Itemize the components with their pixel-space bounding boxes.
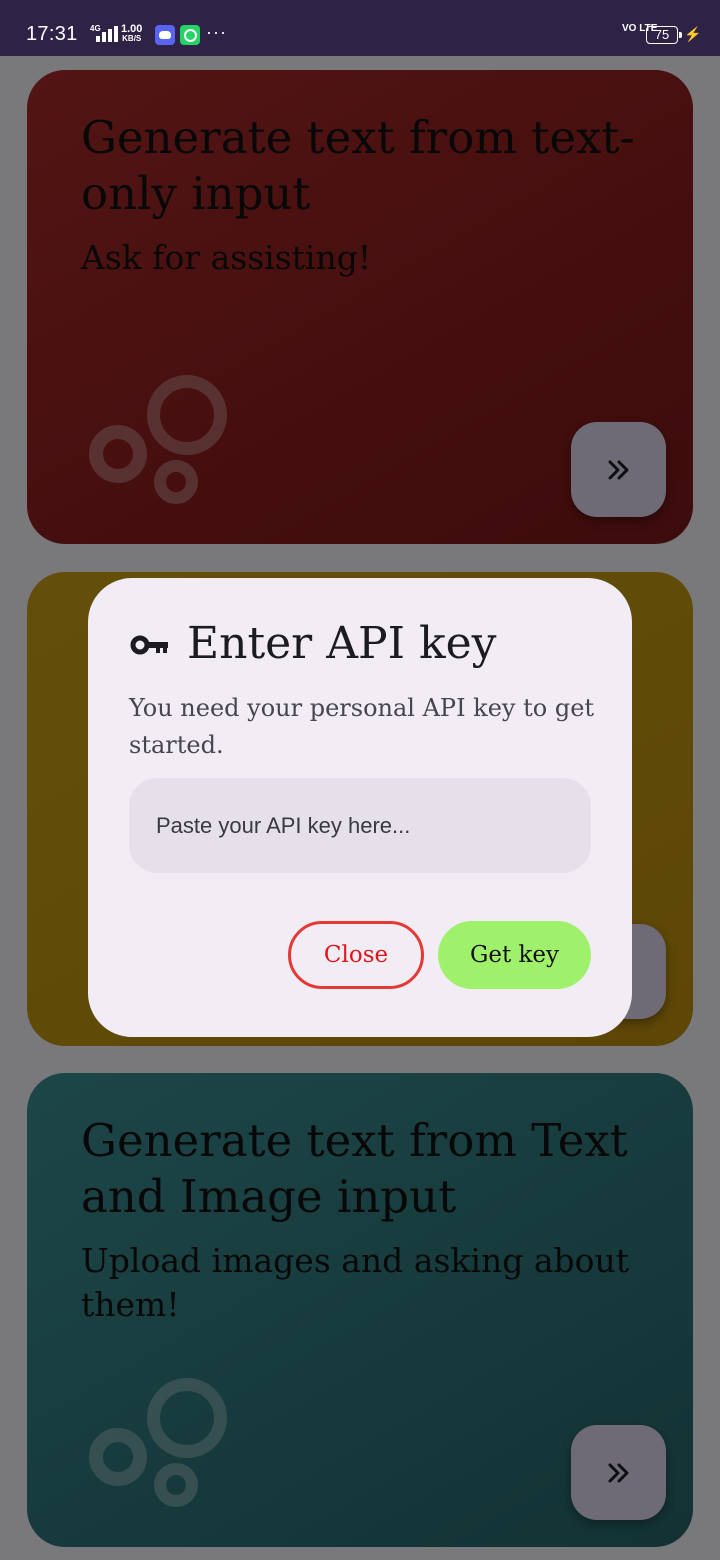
signal-icon <box>96 26 118 42</box>
dialog-title: Enter API key <box>187 618 497 669</box>
network-speed: 1.00 KB/S <box>121 24 142 44</box>
api-key-input[interactable] <box>129 778 591 873</box>
discord-icon <box>155 25 175 45</box>
dialog-body: You need your personal API key to get st… <box>129 694 595 759</box>
more-notifications-icon: ··· <box>206 22 227 42</box>
whatsapp-icon <box>180 25 200 45</box>
battery-level: 75 <box>646 26 682 44</box>
key-icon <box>130 635 168 655</box>
get-key-button[interactable]: Get key <box>438 921 591 989</box>
status-time: 17:31 <box>26 23 78 45</box>
close-button[interactable]: Close <box>288 921 424 989</box>
charging-icon: ⚡ <box>684 26 702 42</box>
api-key-dialog: Enter API key You need your personal API… <box>88 578 632 1037</box>
status-bar: 17:31 4G 1.00 KB/S ··· VO LTE 75 ⚡ <box>0 0 720 56</box>
network-speed-unit: KB/S <box>122 34 142 43</box>
